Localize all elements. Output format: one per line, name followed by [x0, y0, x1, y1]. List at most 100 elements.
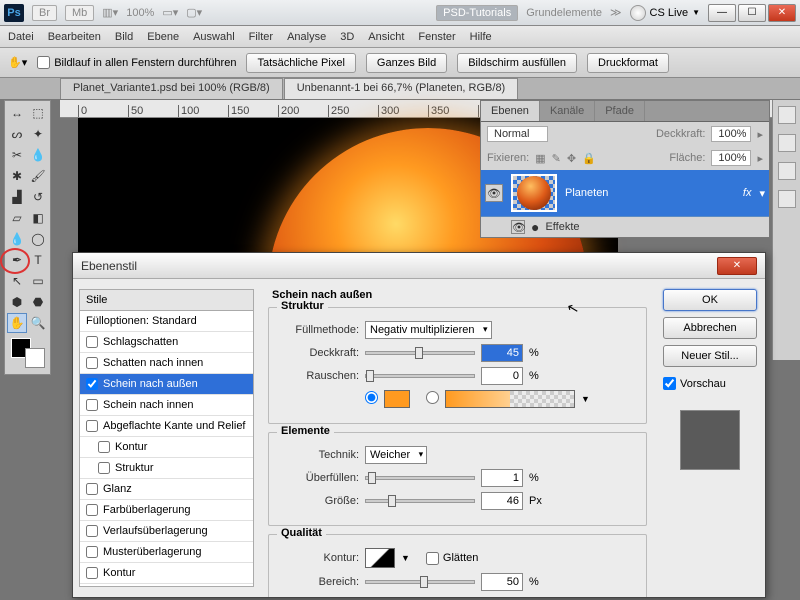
menu-bearbeiten[interactable]: Bearbeiten	[48, 31, 101, 43]
actual-pixels-button[interactable]: Tatsächliche Pixel	[246, 53, 355, 73]
brush-tool[interactable]: 🖌	[28, 166, 48, 186]
hand-tool[interactable]: ✋	[7, 313, 27, 333]
menu-analyse[interactable]: Analyse	[287, 31, 326, 43]
menu-auswahl[interactable]: Auswahl	[193, 31, 235, 43]
dialog-titlebar[interactable]: Ebenenstil ✕	[73, 253, 765, 279]
menu-bild[interactable]: Bild	[115, 31, 133, 43]
minibridge-button[interactable]: Mb	[65, 5, 94, 21]
hand-tool-icon[interactable]: ✋▾	[8, 56, 27, 69]
eraser-tool[interactable]: ▱	[7, 208, 27, 228]
spread-slider[interactable]	[365, 476, 475, 480]
scroll-all-checkbox[interactable]: Bildlauf in allen Fenstern durchführen	[37, 56, 236, 69]
gradient-tool[interactable]: ◧	[28, 208, 48, 228]
pen-tool[interactable]: ✒	[7, 250, 27, 270]
lock-transparency-icon[interactable]: ▦	[535, 152, 545, 165]
style-struktur-sub[interactable]: Struktur	[80, 458, 253, 479]
view-icon[interactable]: ▭▾	[162, 6, 178, 19]
opacity-slider[interactable]	[365, 351, 475, 355]
fit-screen-button[interactable]: Ganzes Bild	[366, 53, 447, 73]
style-muster[interactable]: Musterüberlagerung	[80, 542, 253, 563]
fill-screen-button[interactable]: Bildschirm ausfüllen	[457, 53, 577, 73]
style-schlagschatten[interactable]: Schlagschatten	[80, 332, 253, 353]
color-swatches[interactable]	[11, 338, 45, 368]
style-schein-aussen[interactable]: Schein nach außen	[80, 374, 253, 395]
lasso-tool[interactable]: ᔕ	[7, 124, 27, 144]
fill-options-row[interactable]: Fülloptionen: Standard	[80, 311, 253, 332]
close-button[interactable]: ✕	[768, 4, 796, 22]
layer-row-planeten[interactable]: 👁 Planeten fx▾	[481, 170, 769, 217]
dodge-tool[interactable]: ◯	[28, 229, 48, 249]
doc-tab-1[interactable]: Planet_Variante1.psd bei 100% (RGB/8)	[60, 78, 283, 99]
style-kontur-sub[interactable]: Kontur	[80, 437, 253, 458]
noise-slider[interactable]	[365, 374, 475, 378]
spread-input[interactable]: 1	[481, 469, 523, 487]
fx-badge[interactable]: fx	[743, 187, 752, 199]
styles-header[interactable]: Stile	[80, 290, 253, 311]
size-slider[interactable]	[365, 499, 475, 503]
blend-mode-select[interactable]: Normal	[487, 126, 548, 142]
style-kontur[interactable]: Kontur	[80, 563, 253, 584]
chevron-right-icon[interactable]: ≫	[610, 6, 622, 19]
eyedropper-tool[interactable]: 💧	[28, 145, 48, 165]
heal-tool[interactable]: ✱	[7, 166, 27, 186]
antialias-checkbox[interactable]: Glätten	[426, 552, 478, 565]
minimize-button[interactable]: —	[708, 4, 736, 22]
style-schatten-innen[interactable]: Schatten nach innen	[80, 353, 253, 374]
contour-picker[interactable]	[365, 548, 395, 568]
shape-tool[interactable]: ▭	[28, 271, 48, 291]
cslive-button[interactable]: CS Live▼	[630, 5, 700, 21]
opacity-input[interactable]: 45	[481, 344, 523, 362]
bridge-button[interactable]: Br	[32, 5, 57, 21]
doc-tab-2[interactable]: Unbenannt-1 bei 66,7% (Planeten, RGB/8)	[284, 78, 519, 99]
style-glanz[interactable]: Glanz	[80, 479, 253, 500]
layer-thumbnail[interactable]	[511, 174, 557, 212]
dock-icon-2[interactable]	[778, 134, 796, 152]
move-tool[interactable]: ↔	[7, 103, 27, 123]
zoom-tool[interactable]: 🔍	[28, 313, 48, 333]
opacity-value[interactable]: 100%	[711, 126, 751, 142]
type-tool[interactable]: T	[28, 250, 48, 270]
crop-tool[interactable]: ✂	[7, 145, 27, 165]
tutorials-button[interactable]: PSD-Tutorials	[436, 5, 518, 21]
file-icon[interactable]: ▥▾	[102, 6, 118, 19]
blendmode-select[interactable]: Negativ multiplizieren	[365, 321, 492, 339]
print-size-button[interactable]: Druckformat	[587, 53, 669, 73]
workspace-label[interactable]: Grundelemente	[526, 7, 602, 19]
menu-datei[interactable]: Datei	[8, 31, 34, 43]
3d-tool[interactable]: ⬢	[7, 292, 27, 312]
path-tool[interactable]: ↖	[7, 271, 27, 291]
blur-tool[interactable]: 💧	[7, 229, 27, 249]
lock-move-icon[interactable]: ✥	[567, 152, 576, 165]
dock-icon-1[interactable]	[778, 106, 796, 124]
effects-row[interactable]: 👁 ● Effekte	[481, 217, 769, 237]
marquee-tool[interactable]: ⬚	[28, 103, 48, 123]
dialog-close-button[interactable]: ✕	[717, 257, 757, 275]
new-style-button[interactable]: Neuer Stil...	[663, 345, 757, 367]
range-slider[interactable]	[365, 580, 475, 584]
menu-ebene[interactable]: Ebene	[147, 31, 179, 43]
noise-input[interactable]: 0	[481, 367, 523, 385]
camera-tool[interactable]: ⬣	[28, 292, 48, 312]
visibility-icon[interactable]: 👁	[485, 184, 503, 202]
glow-gradient-button[interactable]	[445, 390, 575, 408]
lock-brush-icon[interactable]: ✎	[552, 152, 561, 165]
screen-icon[interactable]: ▢▾	[186, 6, 202, 19]
style-farbueberlagerung[interactable]: Farbüberlagerung	[80, 500, 253, 521]
preview-checkbox[interactable]: Vorschau	[663, 377, 757, 390]
wand-tool[interactable]: ✦	[28, 124, 48, 144]
color-radio[interactable]	[365, 391, 378, 407]
technik-select[interactable]: Weicher	[365, 446, 427, 464]
dock-icon-4[interactable]	[778, 190, 796, 208]
menu-ansicht[interactable]: Ansicht	[368, 31, 404, 43]
ok-button[interactable]: OK	[663, 289, 757, 311]
cancel-button[interactable]: Abbrechen	[663, 317, 757, 339]
gradient-radio[interactable]	[426, 391, 439, 407]
effect-visibility-icon[interactable]: 👁	[511, 220, 525, 234]
menu-3d[interactable]: 3D	[340, 31, 354, 43]
tab-pfade[interactable]: Pfade	[595, 101, 645, 121]
history-brush-tool[interactable]: ↺	[28, 187, 48, 207]
maximize-button[interactable]: ☐	[738, 4, 766, 22]
tab-kanaele[interactable]: Kanäle	[540, 101, 595, 121]
glow-color-button[interactable]	[384, 390, 410, 408]
lock-all-icon[interactable]: 🔒	[582, 152, 596, 165]
